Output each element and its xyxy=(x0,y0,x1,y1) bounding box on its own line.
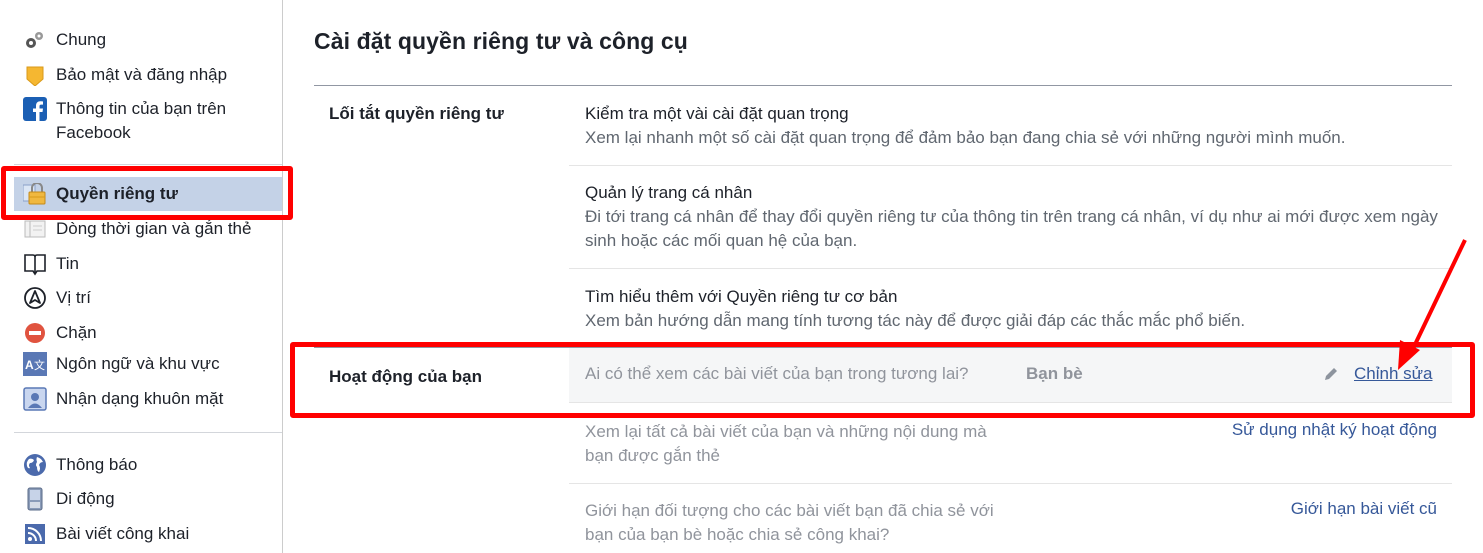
sidebar-item-public-posts[interactable]: Bài viết công khai xyxy=(14,522,282,546)
sidebar-item-label: Bảo mật và đăng nhập xyxy=(56,65,228,84)
row-divider xyxy=(569,165,1452,166)
row-divider xyxy=(569,483,1452,484)
sidebar-item-notifications[interactable]: Thông báo xyxy=(14,453,282,477)
sidebar-item-privacy[interactable]: Quyền riêng tư xyxy=(14,177,282,211)
language-icon: A文 xyxy=(22,352,48,376)
sidebar-item-label: Thông báo xyxy=(56,455,138,474)
sidebar-item-your-facebook-info[interactable]: Thông tin của bạn trên Facebook xyxy=(14,97,282,145)
sidebar-item-label: Ngôn ngữ và khu vực xyxy=(56,354,220,373)
gears-icon xyxy=(22,28,48,52)
your-activity-label: Hoạt động của bạn xyxy=(329,367,482,386)
sidebar-item-language-region[interactable]: A文 Ngôn ngữ và khu vực xyxy=(14,352,282,376)
sidebar-divider xyxy=(14,432,282,433)
shortcut-description: Xem bản hướng dẫn mang tính tương tác nà… xyxy=(585,311,1246,330)
settings-sidebar: Chung Bảo mật và đăng nhập Thông tin của… xyxy=(0,0,283,553)
sidebar-item-label: Dòng thời gian và gắn thẻ xyxy=(56,219,252,238)
shortcut-item-privacy-basics[interactable]: Tìm hiểu thêm với Quyền riêng tư cơ bản … xyxy=(585,285,1445,333)
sidebar-item-label: Thông tin của bạn trên Facebook xyxy=(56,99,227,142)
sidebar-item-label: Di động xyxy=(56,489,115,508)
rss-icon xyxy=(22,522,48,546)
sidebar-item-security[interactable]: Bảo mật và đăng nhập xyxy=(14,63,282,87)
sidebar-item-stories[interactable]: Tin xyxy=(14,252,282,276)
padlock-icon xyxy=(22,182,48,206)
limit-past-posts-link[interactable]: Giới hạn bài viết cũ xyxy=(1291,499,1437,519)
use-activity-log-link[interactable]: Sử dụng nhật ký hoạt động xyxy=(1232,420,1437,440)
svg-text:A: A xyxy=(25,358,34,372)
sidebar-item-label: Chặn xyxy=(56,323,97,342)
limit-past-posts-description: Giới hạn đối tượng cho các bài viết bạn … xyxy=(585,501,994,544)
future-posts-question: Ai có thể xem các bài viết của bạn trong… xyxy=(585,364,969,383)
privacy-shortcuts-label: Lối tắt quyền riêng tư xyxy=(329,104,504,123)
sidebar-item-label: Quyền riêng tư xyxy=(56,184,178,203)
shortcut-item-checkup[interactable]: Kiểm tra một vài cài đặt quan trọng Xem … xyxy=(585,102,1445,150)
sidebar-item-general[interactable]: Chung xyxy=(14,28,282,52)
sidebar-item-label: Chung xyxy=(56,30,107,49)
shortcut-title: Tìm hiểu thêm với Quyền riêng tư cơ bản xyxy=(585,287,898,306)
row-divider xyxy=(569,268,1452,269)
book-icon xyxy=(22,252,48,276)
sidebar-divider xyxy=(14,164,282,165)
sidebar-item-label: Bài viết công khai xyxy=(56,524,190,543)
future-posts-audience-value: Bạn bè xyxy=(1026,364,1083,383)
sidebar-item-blocking[interactable]: Chặn xyxy=(14,321,282,345)
shortcut-description: Xem lại nhanh một số cài đặt quan trọng … xyxy=(585,128,1346,147)
shortcut-description: Đi tới trang cá nhân để thay đổi quyền r… xyxy=(585,207,1438,250)
shortcut-item-manage-profile[interactable]: Quản lý trang cá nhân Đi tới trang cá nh… xyxy=(585,181,1445,253)
section-divider xyxy=(314,85,1452,86)
mobile-icon xyxy=(22,487,48,511)
timeline-icon xyxy=(22,217,48,241)
page-title: Cài đặt quyền riêng tư và công cụ xyxy=(314,28,688,54)
shortcut-title: Kiểm tra một vài cài đặt quan trọng xyxy=(585,104,849,123)
shield-badge-icon xyxy=(22,63,48,87)
sidebar-item-location[interactable]: Vị trí xyxy=(14,286,282,310)
sidebar-item-label: Nhận dạng khuôn mặt xyxy=(56,389,224,408)
svg-text:文: 文 xyxy=(34,358,45,372)
sidebar-item-timeline-tagging[interactable]: Dòng thời gian và gắn thẻ xyxy=(14,217,282,241)
edit-link[interactable]: Chỉnh sửa xyxy=(1354,364,1432,384)
location-icon xyxy=(22,286,48,310)
block-icon xyxy=(22,321,48,345)
globe-icon xyxy=(22,453,48,477)
activity-log-description: Xem lại tất cả bài viết của bạn và những… xyxy=(585,422,987,465)
shortcut-title: Quản lý trang cá nhân xyxy=(585,183,753,202)
face-recognition-icon xyxy=(22,387,48,411)
sidebar-item-label: Tin xyxy=(56,254,79,273)
pencil-icon xyxy=(1322,365,1340,383)
facebook-icon xyxy=(22,97,48,121)
sidebar-item-face-recognition[interactable]: Nhận dạng khuôn mặt xyxy=(14,387,282,411)
future-posts-edit[interactable]: Chỉnh sửa xyxy=(1322,364,1432,384)
sidebar-item-mobile[interactable]: Di động xyxy=(14,487,282,511)
sidebar-item-label: Vị trí xyxy=(56,288,91,307)
